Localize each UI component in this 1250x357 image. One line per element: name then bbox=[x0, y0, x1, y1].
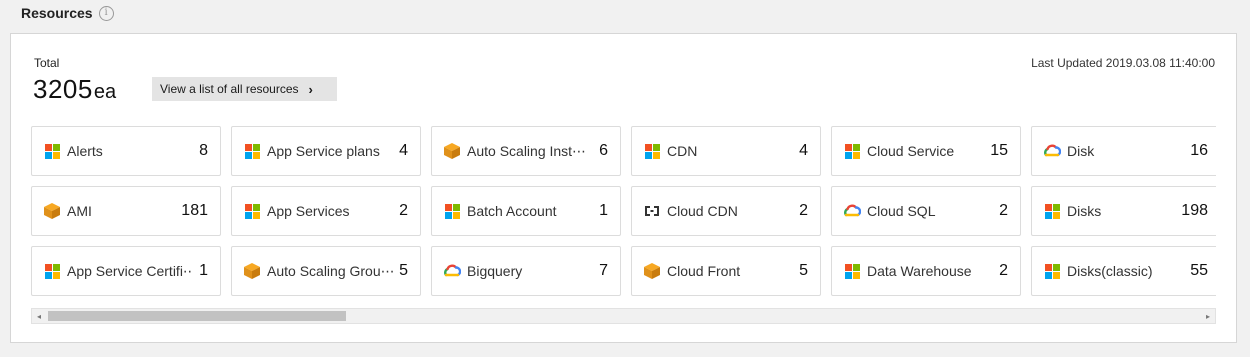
azure-icon bbox=[443, 202, 461, 220]
resource-name: App Service Certifi⋯ bbox=[67, 262, 194, 279]
resource-name: App Service plans bbox=[267, 143, 380, 159]
azure-icon bbox=[843, 262, 861, 280]
resource-grid: Alerts 8 AMI 181 App Service Certifi⋯ 1 App Se… bbox=[31, 126, 1216, 296]
resource-name: Disks(classic) bbox=[1067, 263, 1153, 279]
resource-name: Disk bbox=[1067, 143, 1095, 159]
aws-icon bbox=[443, 142, 461, 160]
resource-name: Bigquery bbox=[467, 263, 523, 279]
chevron-right-icon: › bbox=[308, 81, 313, 97]
resource-card[interactable]: App Services 2 bbox=[231, 186, 421, 236]
resource-card[interactable]: Batch Account 1 bbox=[431, 186, 621, 236]
resource-name: Disks bbox=[1067, 203, 1102, 219]
resource-count: 2 bbox=[799, 202, 808, 219]
resource-count: 4 bbox=[799, 142, 808, 159]
aws-icon bbox=[43, 202, 61, 220]
resource-card[interactable]: Auto Scaling Inst⋯ 6 bbox=[431, 126, 621, 176]
resource-name: Cloud SQL bbox=[867, 203, 936, 219]
resource-card[interactable]: Data Warehouse 2 bbox=[831, 246, 1021, 296]
gcp-icon bbox=[1043, 142, 1061, 160]
total-value: 3205 ea bbox=[33, 74, 116, 105]
resource-name: AMI bbox=[67, 203, 92, 219]
resource-count: 5 bbox=[399, 262, 408, 279]
scroll-right-arrow[interactable]: ▸ bbox=[1201, 309, 1215, 323]
resource-card[interactable]: App Service plans 4 bbox=[231, 126, 421, 176]
view-all-resources-button[interactable]: View a list of all resources › bbox=[152, 77, 337, 101]
resource-count: 15 bbox=[990, 142, 1008, 159]
resource-card[interactable]: CDN 4 bbox=[631, 126, 821, 176]
azure-icon bbox=[43, 262, 61, 280]
azure-icon bbox=[243, 202, 261, 220]
resource-count: 8 bbox=[199, 142, 208, 159]
scrollbar-thumb[interactable] bbox=[48, 311, 346, 321]
resource-count: 7 bbox=[599, 262, 608, 279]
resource-count: 2 bbox=[999, 202, 1008, 219]
azure-icon bbox=[243, 142, 261, 160]
resource-card[interactable]: Alerts 8 bbox=[31, 126, 221, 176]
resource-card[interactable]: App Service Certifi⋯ 1 bbox=[31, 246, 221, 296]
aws-icon bbox=[243, 262, 261, 280]
resource-name: Cloud Service bbox=[867, 143, 955, 159]
resource-count: 198 bbox=[1181, 202, 1208, 219]
info-icon[interactable]: i bbox=[98, 5, 114, 21]
scroll-left-arrow[interactable]: ◂ bbox=[32, 309, 46, 323]
resource-grid-viewport: Alerts 8 AMI 181 App Service Certifi⋯ 1 App Se… bbox=[31, 126, 1216, 298]
azure-icon bbox=[1043, 262, 1061, 280]
resource-count: 55 bbox=[1190, 262, 1208, 279]
gcp-icon bbox=[443, 262, 461, 280]
resource-card[interactable]: Cloud CDN 2 bbox=[631, 186, 821, 236]
resource-count: 2 bbox=[999, 262, 1008, 279]
total-label: Total bbox=[34, 56, 60, 70]
resource-count: 1 bbox=[199, 262, 208, 279]
resource-card[interactable]: Cloud Service 15 bbox=[831, 126, 1021, 176]
aws-icon bbox=[643, 262, 661, 280]
resource-count: 5 bbox=[799, 262, 808, 279]
last-updated: Last Updated 2019.03.08 11:40:00 bbox=[1031, 56, 1215, 70]
azure-icon bbox=[43, 142, 61, 160]
resource-card[interactable]: Auto Scaling Grou⋯ 5 bbox=[231, 246, 421, 296]
resources-panel: Total 3205 ea View a list of all resourc… bbox=[10, 33, 1237, 343]
resource-name: Cloud CDN bbox=[667, 203, 738, 219]
resource-name: CDN bbox=[667, 143, 698, 159]
resource-name: App Services bbox=[267, 203, 350, 219]
total-unit: ea bbox=[93, 81, 117, 103]
resource-name: Cloud Front bbox=[667, 263, 741, 279]
resource-card[interactable]: AMI 181 bbox=[31, 186, 221, 236]
resource-card[interactable]: Cloud SQL 2 bbox=[831, 186, 1021, 236]
cloud-cdn-icon bbox=[643, 202, 661, 220]
resource-card[interactable]: Disks(classic) 55 bbox=[1031, 246, 1216, 296]
resource-count: 16 bbox=[1190, 142, 1208, 159]
horizontal-scrollbar[interactable]: ◂ ▸ bbox=[31, 308, 1216, 324]
azure-icon bbox=[1043, 202, 1061, 220]
resource-count: 4 bbox=[399, 142, 408, 159]
section-header: Resources i bbox=[21, 5, 114, 21]
resource-count: 2 bbox=[399, 202, 408, 219]
resource-name: Data Warehouse bbox=[867, 263, 972, 279]
azure-icon bbox=[643, 142, 661, 160]
section-title: Resources bbox=[21, 5, 93, 21]
resource-card[interactable]: Bigquery 7 bbox=[431, 246, 621, 296]
resource-card[interactable]: Disks 198 bbox=[1031, 186, 1216, 236]
view-all-label: View a list of all resources bbox=[160, 82, 299, 96]
resource-count: 1 bbox=[599, 202, 608, 219]
resource-name: Batch Account bbox=[467, 203, 557, 219]
azure-icon bbox=[843, 142, 861, 160]
resource-card[interactable]: Disk 16 bbox=[1031, 126, 1216, 176]
resource-count: 6 bbox=[599, 142, 608, 159]
resource-count: 181 bbox=[181, 202, 208, 219]
resource-name: Auto Scaling Grou⋯ bbox=[267, 262, 394, 279]
resource-name: Auto Scaling Inst⋯ bbox=[467, 142, 587, 159]
resource-name: Alerts bbox=[67, 143, 103, 159]
resource-card[interactable]: Cloud Front 5 bbox=[631, 246, 821, 296]
total-number: 3205 bbox=[33, 74, 93, 104]
gcp-icon bbox=[843, 202, 861, 220]
